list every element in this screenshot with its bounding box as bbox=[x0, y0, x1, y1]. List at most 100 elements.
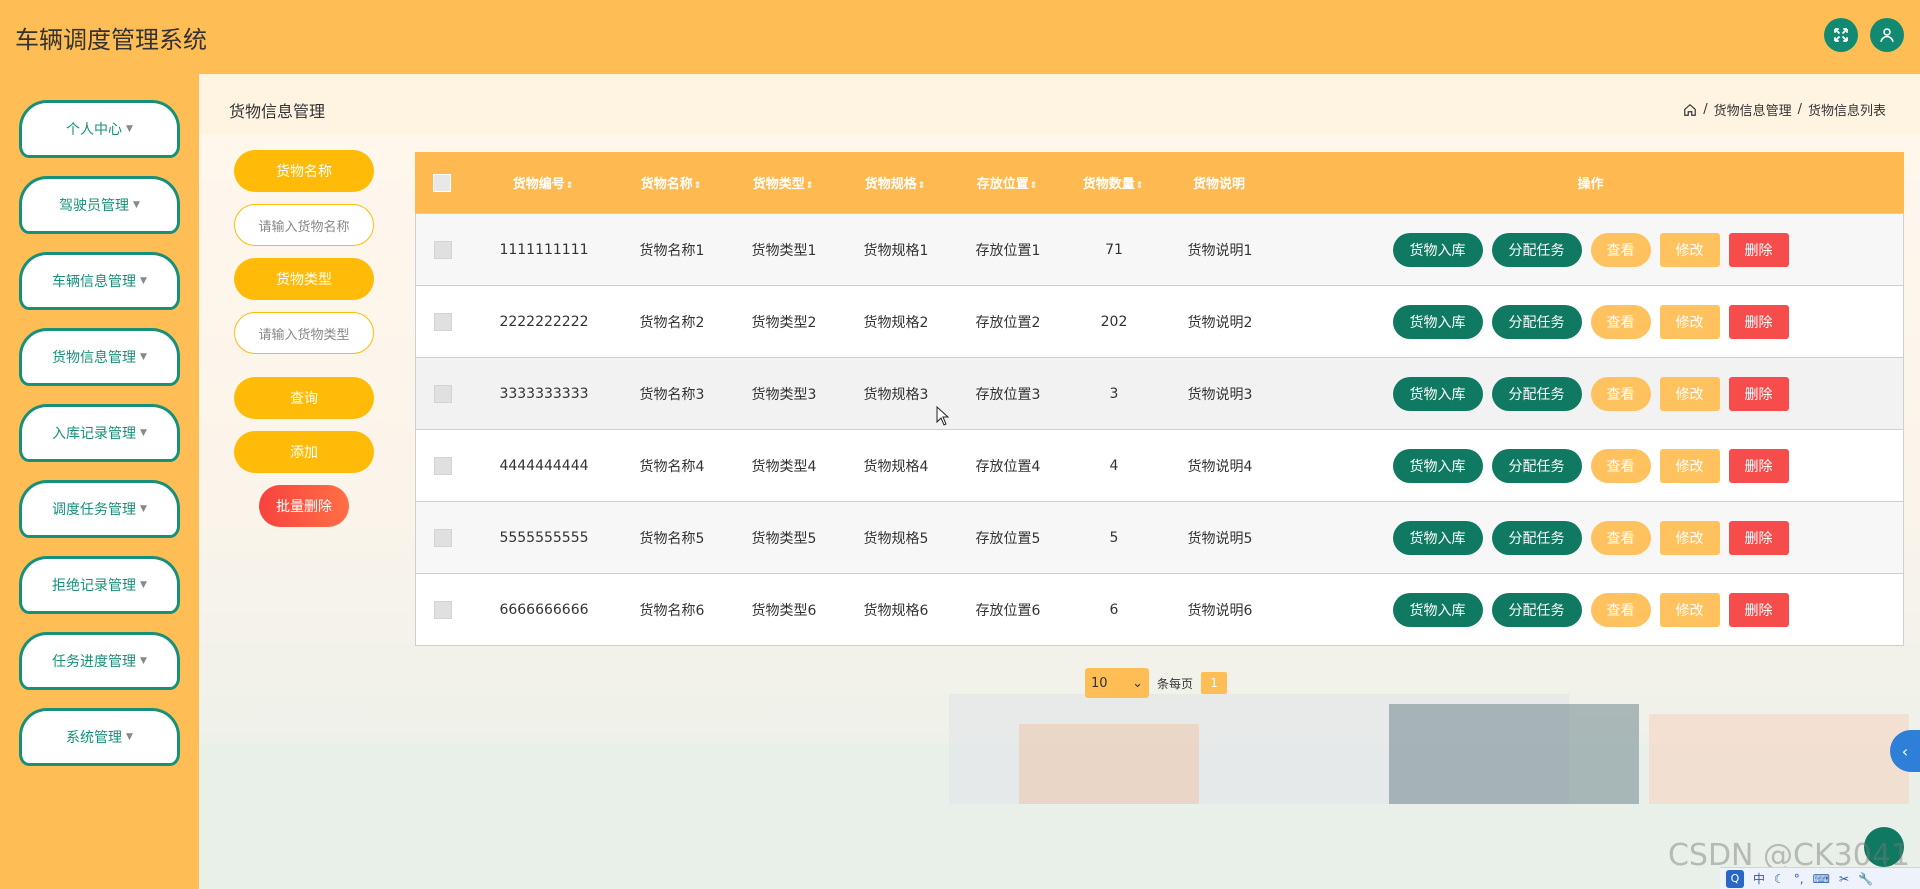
column-header[interactable]: 存放位置⇕ bbox=[949, 173, 1065, 192]
row-checkbox[interactable] bbox=[434, 240, 452, 259]
column-header[interactable]: 货物规格⇕ bbox=[841, 173, 949, 192]
fullscreen-button[interactable] bbox=[1824, 18, 1858, 52]
assign-task-button[interactable]: 分配任务 bbox=[1491, 376, 1582, 411]
table-cell: 3 bbox=[1109, 385, 1119, 402]
table-cell: 货物名称1 bbox=[639, 242, 705, 259]
chevron-down-icon: ▼ bbox=[126, 732, 133, 742]
table-cell: 202 bbox=[1100, 313, 1128, 330]
table-cell: 货物说明1 bbox=[1187, 242, 1253, 259]
sidebar-item-storage-records[interactable]: 入库记录管理 ▼ bbox=[19, 404, 180, 462]
chevron-down-icon: ▼ bbox=[140, 504, 147, 514]
expand-icon bbox=[1834, 28, 1848, 42]
delete-button[interactable]: 删除 bbox=[1728, 376, 1789, 411]
sidebar-item-vehicles[interactable]: 车辆信息管理 ▼ bbox=[19, 252, 180, 310]
sidebar-item-rejections[interactable]: 拒绝记录管理 ▼ bbox=[19, 556, 180, 614]
home-icon[interactable] bbox=[1683, 103, 1697, 117]
moon-icon[interactable]: ☾ bbox=[1774, 872, 1785, 886]
delete-button[interactable]: 删除 bbox=[1728, 520, 1789, 555]
sidebar-item-label: 任务进度管理 bbox=[52, 654, 137, 670]
edit-button[interactable]: 修改 bbox=[1659, 304, 1720, 339]
edit-button[interactable]: 修改 bbox=[1659, 232, 1720, 267]
chevron-down-icon: ⌄ bbox=[1132, 675, 1143, 691]
stock-in-button[interactable]: 货物入库 bbox=[1392, 304, 1483, 339]
view-button[interactable]: 查看 bbox=[1590, 448, 1651, 483]
batch-delete-button[interactable]: 批量删除 bbox=[259, 485, 349, 527]
row-checkbox[interactable] bbox=[434, 384, 452, 403]
table-cell: 6 bbox=[1109, 601, 1119, 618]
page-number-current[interactable]: 1 bbox=[1201, 672, 1228, 694]
delete-button[interactable]: 删除 bbox=[1728, 448, 1789, 483]
table-cell: 货物规格6 bbox=[863, 602, 929, 619]
view-button[interactable]: 查看 bbox=[1590, 232, 1651, 267]
goods-type-input[interactable]: 请输入货物类型 bbox=[234, 312, 374, 354]
view-button[interactable]: 查看 bbox=[1590, 376, 1651, 411]
row-checkbox[interactable] bbox=[434, 456, 452, 475]
stock-in-button[interactable]: 货物入库 bbox=[1392, 376, 1483, 411]
mouse-cursor-icon bbox=[936, 406, 950, 426]
stock-in-button[interactable]: 货物入库 bbox=[1392, 232, 1483, 267]
table-row[interactable]: 6666666666 货物名称6 货物类型6 货物规格6 存放位置6 6 货物说明6 货物入库… bbox=[415, 574, 1904, 646]
row-checkbox[interactable] bbox=[434, 528, 452, 547]
sidebar-item-system[interactable]: 系统管理 ▼ bbox=[19, 708, 180, 766]
ime-chinese-toggle[interactable]: 中 bbox=[1753, 870, 1765, 887]
delete-button[interactable]: 删除 bbox=[1728, 304, 1789, 339]
edit-button[interactable]: 修改 bbox=[1659, 376, 1720, 411]
assign-task-button[interactable]: 分配任务 bbox=[1491, 520, 1582, 555]
query-button[interactable]: 查询 bbox=[234, 377, 374, 419]
assign-task-button[interactable]: 分配任务 bbox=[1491, 304, 1582, 339]
select-all-checkbox[interactable] bbox=[433, 173, 451, 192]
column-header-actions: 操作 bbox=[1577, 177, 1604, 192]
column-header[interactable]: 货物数量⇕ bbox=[1065, 173, 1161, 192]
edit-button[interactable]: 修改 bbox=[1659, 592, 1720, 627]
wrench-icon[interactable]: 🔧 bbox=[1858, 872, 1873, 886]
table-row[interactable]: 2222222222 货物名称2 货物类型2 货物规格2 存放位置2 202 货物说明2 货物… bbox=[415, 286, 1904, 358]
user-menu-button[interactable] bbox=[1870, 18, 1904, 52]
delete-button[interactable]: 删除 bbox=[1728, 232, 1789, 267]
column-header[interactable]: 货物类型⇕ bbox=[725, 173, 841, 192]
breadcrumb-item-goods-management[interactable]: 货物信息管理 bbox=[1714, 100, 1792, 119]
table-header: 货物编号⇕ 货物名称⇕ 货物类型⇕ 货物规格⇕ 存放位置⇕ 货物数量⇕ 货物说明… bbox=[415, 152, 1904, 213]
table-cell: 货物名称2 bbox=[639, 314, 705, 331]
table-row[interactable]: 3333333333 货物名称3 货物类型3 货物规格3 存放位置3 3 货物说明3 货物入库… bbox=[415, 358, 1904, 430]
sidebar-item-task-progress[interactable]: 任务进度管理 ▼ bbox=[19, 632, 180, 690]
delete-button[interactable]: 删除 bbox=[1728, 592, 1789, 627]
edit-button[interactable]: 修改 bbox=[1659, 448, 1720, 483]
ime-logo-icon[interactable]: Q bbox=[1726, 869, 1744, 888]
table-row[interactable]: 1111111111 货物名称1 货物类型1 货物规格1 存放位置1 71 货物说明1 货物入… bbox=[415, 214, 1904, 286]
sidebar-item-dispatch-tasks[interactable]: 调度任务管理 ▼ bbox=[19, 480, 180, 538]
table-row[interactable]: 5555555555 货物名称5 货物类型5 货物规格5 存放位置5 5 货物说明5 货物入库… bbox=[415, 502, 1904, 574]
page-size-select[interactable]: 10 ⌄ bbox=[1085, 668, 1149, 698]
goods-name-input[interactable]: 请输入货物名称 bbox=[234, 204, 374, 246]
row-checkbox[interactable] bbox=[434, 312, 452, 331]
breadcrumb-separator: / bbox=[1797, 102, 1802, 117]
assign-task-button[interactable]: 分配任务 bbox=[1491, 448, 1582, 483]
sidebar-item-profile[interactable]: 个人中心 ▼ bbox=[19, 100, 180, 158]
table-cell: 货物说明5 bbox=[1187, 530, 1253, 547]
scissors-icon[interactable]: ✂ bbox=[1839, 872, 1849, 886]
sidebar-item-goods[interactable]: 货物信息管理 ▼ bbox=[19, 328, 180, 386]
table-cell: 货物说明2 bbox=[1187, 314, 1253, 331]
assign-task-button[interactable]: 分配任务 bbox=[1491, 592, 1582, 627]
table-cell: 货物名称6 bbox=[639, 602, 705, 619]
add-button[interactable]: 添加 bbox=[234, 431, 374, 473]
punctuation-icon[interactable]: °, bbox=[1794, 872, 1804, 886]
edit-button[interactable]: 修改 bbox=[1659, 520, 1720, 555]
row-checkbox[interactable] bbox=[434, 600, 452, 619]
table-cell: 存放位置1 bbox=[975, 242, 1041, 259]
view-button[interactable]: 查看 bbox=[1590, 592, 1651, 627]
table-row[interactable]: 4444444444 货物名称4 货物类型4 货物规格4 存放位置4 4 货物说明4 货物入库… bbox=[415, 430, 1904, 502]
keyboard-icon[interactable]: ⌨ bbox=[1813, 872, 1830, 886]
per-page-label: 条每页 bbox=[1157, 676, 1194, 691]
column-header[interactable]: 货物编号⇕ bbox=[469, 173, 617, 192]
view-button[interactable]: 查看 bbox=[1590, 520, 1651, 555]
sidebar-item-label: 车辆信息管理 bbox=[52, 274, 137, 290]
sidebar-item-drivers[interactable]: 驾驶员管理 ▼ bbox=[19, 176, 180, 234]
stock-in-button[interactable]: 货物入库 bbox=[1392, 520, 1483, 555]
assign-task-button[interactable]: 分配任务 bbox=[1491, 232, 1582, 267]
table-cell: 货物名称3 bbox=[639, 386, 705, 403]
view-button[interactable]: 查看 bbox=[1590, 304, 1651, 339]
column-header: 货物说明 bbox=[1192, 177, 1245, 192]
stock-in-button[interactable]: 货物入库 bbox=[1392, 448, 1483, 483]
stock-in-button[interactable]: 货物入库 bbox=[1392, 592, 1483, 627]
column-header[interactable]: 货物名称⇕ bbox=[617, 173, 725, 192]
